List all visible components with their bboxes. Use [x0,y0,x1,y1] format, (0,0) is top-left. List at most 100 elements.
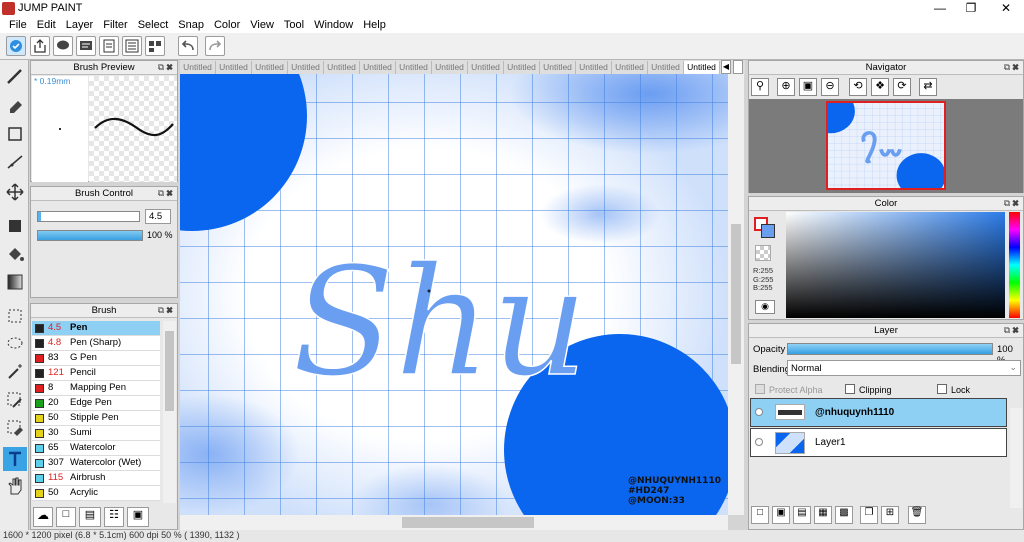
canvas-vertical-scrollbar[interactable] [728,74,744,515]
menu-color[interactable]: Color [209,17,245,33]
lock-checkbox[interactable]: Lock [937,384,970,395]
pen-tool-icon[interactable] [3,64,27,88]
move-tool-icon[interactable] [3,180,27,204]
select-rect-tool-icon[interactable] [3,304,27,328]
zoom-in-icon[interactable]: ⊕ [777,78,795,96]
document-icon[interactable] [99,36,119,56]
panel-controls-icon[interactable]: ⧉✖ [158,62,175,73]
drawing-canvas[interactable]: Shu @NHUQUYNH1110 #HD247 @MOON:33 [180,74,728,515]
zoom-actual-icon[interactable]: ⚲ [751,78,769,96]
menu-file[interactable]: File [4,17,32,33]
canvas-tab[interactable]: Untitled [612,61,648,74]
message-icon[interactable] [76,36,96,56]
list-icon[interactable] [122,36,142,56]
brush-item[interactable]: 50 Acrylic [32,486,160,501]
navigator-thumbnail[interactable] [826,101,946,190]
export-icon[interactable] [30,36,50,56]
scroll-thumb[interactable] [165,331,174,411]
canvas-tab[interactable]: Untitled [468,61,504,74]
canvas-tab[interactable]: Untitled [576,61,612,74]
brush-opacity-slider[interactable] [37,230,143,241]
duplicate-layer-icon[interactable]: ❐ [860,506,878,524]
rotate-reset-icon[interactable]: ❖ [871,78,889,96]
menu-filter[interactable]: Filter [98,17,132,33]
select-pen-tool-icon[interactable] [3,388,27,412]
merge-layer-icon[interactable]: ⊞ [881,506,899,524]
menu-help[interactable]: Help [358,17,391,33]
hand-tool-icon[interactable] [3,474,27,498]
menu-view[interactable]: View [245,17,279,33]
rectangle-tool-icon[interactable] [3,122,27,146]
brush-menu-icon[interactable]: ▤ [79,507,101,527]
canvas-tab[interactable]: Untitled [396,61,432,74]
menu-snap[interactable]: Snap [173,17,209,33]
close-icon[interactable]: ✕ [991,0,1021,17]
magic-wand-tool-icon[interactable] [3,360,27,384]
grid-settings-icon[interactable] [145,36,165,56]
rotate-left-icon[interactable]: ⟲ [849,78,867,96]
brush-item[interactable]: 121 Pencil [32,366,160,381]
tab-scroll-left-icon[interactable]: ◀ [721,60,731,74]
horizontal-scroll-thumb[interactable] [402,517,534,528]
brush-item[interactable]: 4.5 Pen [32,321,160,336]
menu-window[interactable]: Window [309,17,358,33]
color-picker-field[interactable] [786,212,1005,318]
text-tool-icon[interactable] [3,447,27,471]
flip-icon[interactable]: ⇄ [919,78,937,96]
layer-scrollbar[interactable] [1010,408,1022,508]
brush-item[interactable]: 4.8 Pen (Sharp) [32,336,160,351]
eyedropper-icon[interactable]: ◉ [755,300,775,314]
canvas-tab[interactable]: Untitled [684,61,720,74]
canvas-tab[interactable]: Untitled [180,61,216,74]
line-tool-icon[interactable] [3,150,27,174]
cloud-download-icon[interactable]: ☁ [33,507,53,527]
brush-item[interactable]: 65 Watercolor [32,441,160,456]
gradient-tool-icon[interactable] [3,270,27,294]
hue-slider[interactable] [1009,212,1020,318]
brush-item[interactable]: 8 Mapping Pen [32,381,160,396]
layer-opacity-slider[interactable] [787,343,993,355]
tab-scroll-right-icon[interactable] [733,60,743,74]
panel-controls-icon[interactable]: ⧉✖ [1004,62,1021,73]
menu-edit[interactable]: Edit [32,17,61,33]
brush-item[interactable]: 83 G Pen [32,351,160,366]
panel-controls-icon[interactable]: ⧉✖ [1004,325,1021,336]
eraser-tool-icon[interactable] [3,93,27,117]
minimize-icon[interactable]: — [925,0,955,17]
brush-item[interactable]: 30 Sumi [32,426,160,441]
bucket-tool-icon[interactable] [3,242,27,266]
layer-visibility-icon[interactable] [755,408,763,416]
canvas-tab[interactable]: Untitled [648,61,684,74]
canvas-horizontal-scrollbar[interactable] [180,515,728,530]
new-brush-icon[interactable]: □ [56,507,76,527]
panel-controls-icon[interactable]: ⧉✖ [1004,198,1021,209]
canvas-tab[interactable]: Untitled [288,61,324,74]
brush-list-scrollbar[interactable] [163,321,176,503]
brush-item[interactable]: 115 Airbrush [32,471,160,486]
brush-size-input[interactable]: 4.5 [145,209,171,224]
canvas-tab[interactable]: Untitled [324,61,360,74]
canvas-tab[interactable]: Untitled [504,61,540,74]
cloud-check-icon[interactable] [6,36,26,56]
lasso-tool-icon[interactable] [3,332,27,356]
brush-item[interactable]: 307 Watercolor (Wet) [32,456,160,471]
fit-screen-icon[interactable]: ▣ [799,78,817,96]
new-8bit-layer-icon[interactable]: ▣ [772,506,790,524]
canvas-tab[interactable]: Untitled [432,61,468,74]
new-1bit-layer-icon[interactable]: ▤ [793,506,811,524]
folder-icon[interactable]: ▣ [127,507,149,527]
clipping-checkbox[interactable]: Clipping [845,384,892,395]
halftone-layer-icon[interactable]: ▦ [814,506,832,524]
canvas-tab[interactable]: Untitled [216,61,252,74]
layer-visibility-icon[interactable] [755,438,763,446]
brush-item[interactable]: 20 Edge Pen [32,396,160,411]
panel-controls-icon[interactable]: ⧉✖ [158,188,175,199]
zoom-out-icon[interactable]: ⊖ [821,78,839,96]
layer-folder-icon[interactable]: ▩ [835,506,853,524]
canvas-tab[interactable]: Untitled [252,61,288,74]
menu-tool[interactable]: Tool [279,17,309,33]
new-layer-icon[interactable]: □ [751,506,769,524]
menu-layer[interactable]: Layer [61,17,99,33]
vertical-scroll-thumb[interactable] [731,224,741,364]
redo-icon[interactable] [205,36,225,56]
